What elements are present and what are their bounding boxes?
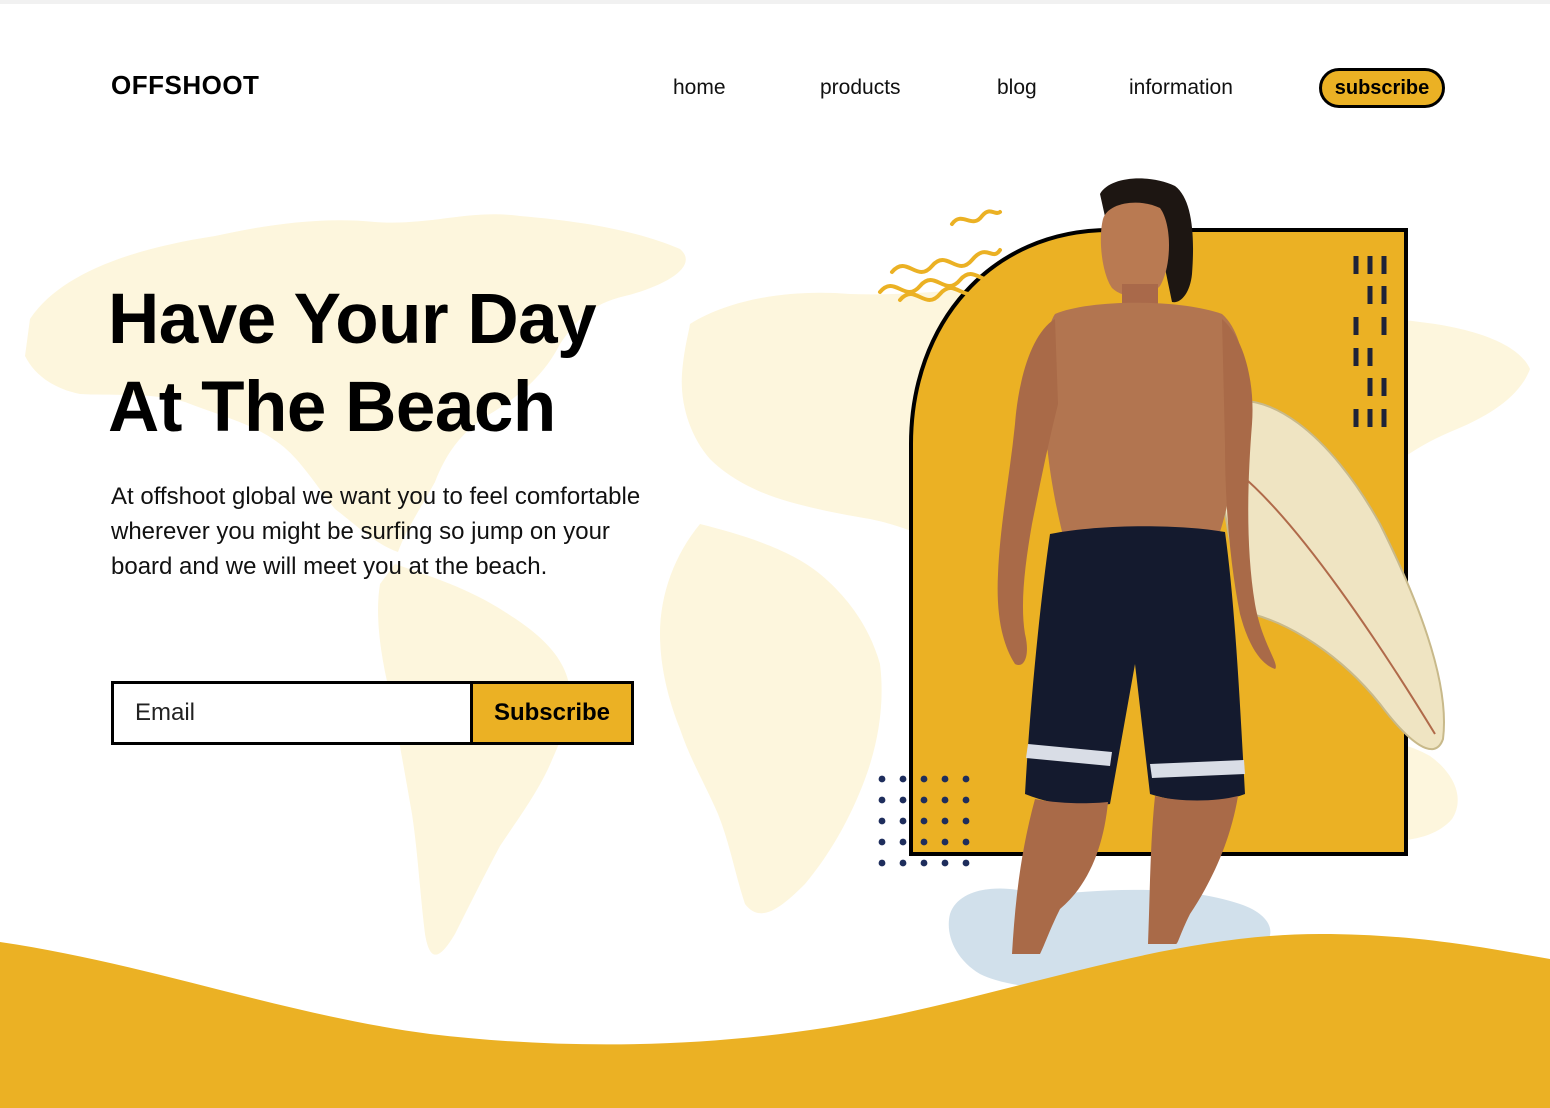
- decoration-dot: [878, 796, 886, 804]
- decoration-dot: [941, 796, 949, 804]
- decoration-dot: [899, 838, 907, 846]
- decoration-dot: [920, 817, 928, 825]
- decoration-dot: [962, 817, 970, 825]
- decoration-dot: [941, 838, 949, 846]
- decoration-dot: [920, 796, 928, 804]
- decoration-dot: [899, 796, 907, 804]
- decoration-dot: [962, 796, 970, 804]
- decoration-dot: [962, 838, 970, 846]
- decoration-dot: [941, 859, 949, 867]
- decoration-dot: [878, 817, 886, 825]
- decoration-dot: [920, 838, 928, 846]
- decoration-dot: [962, 775, 970, 783]
- decoration-dot: [962, 859, 970, 867]
- decoration-dot: [878, 775, 886, 783]
- landing-page: OFFSHOOT home products blog information …: [0, 0, 1550, 1108]
- decoration-dot: [878, 859, 886, 867]
- hero-illustration: [0, 178, 1550, 1108]
- decoration-dot: [899, 859, 907, 867]
- bottom-wave: [0, 934, 1550, 1108]
- decoration-dot: [878, 838, 886, 846]
- decoration-dot: [920, 859, 928, 867]
- decoration-dot: [941, 775, 949, 783]
- decoration-dot: [920, 775, 928, 783]
- decoration-dot: [941, 817, 949, 825]
- decoration-dot: [899, 817, 907, 825]
- decoration-dot: [899, 775, 907, 783]
